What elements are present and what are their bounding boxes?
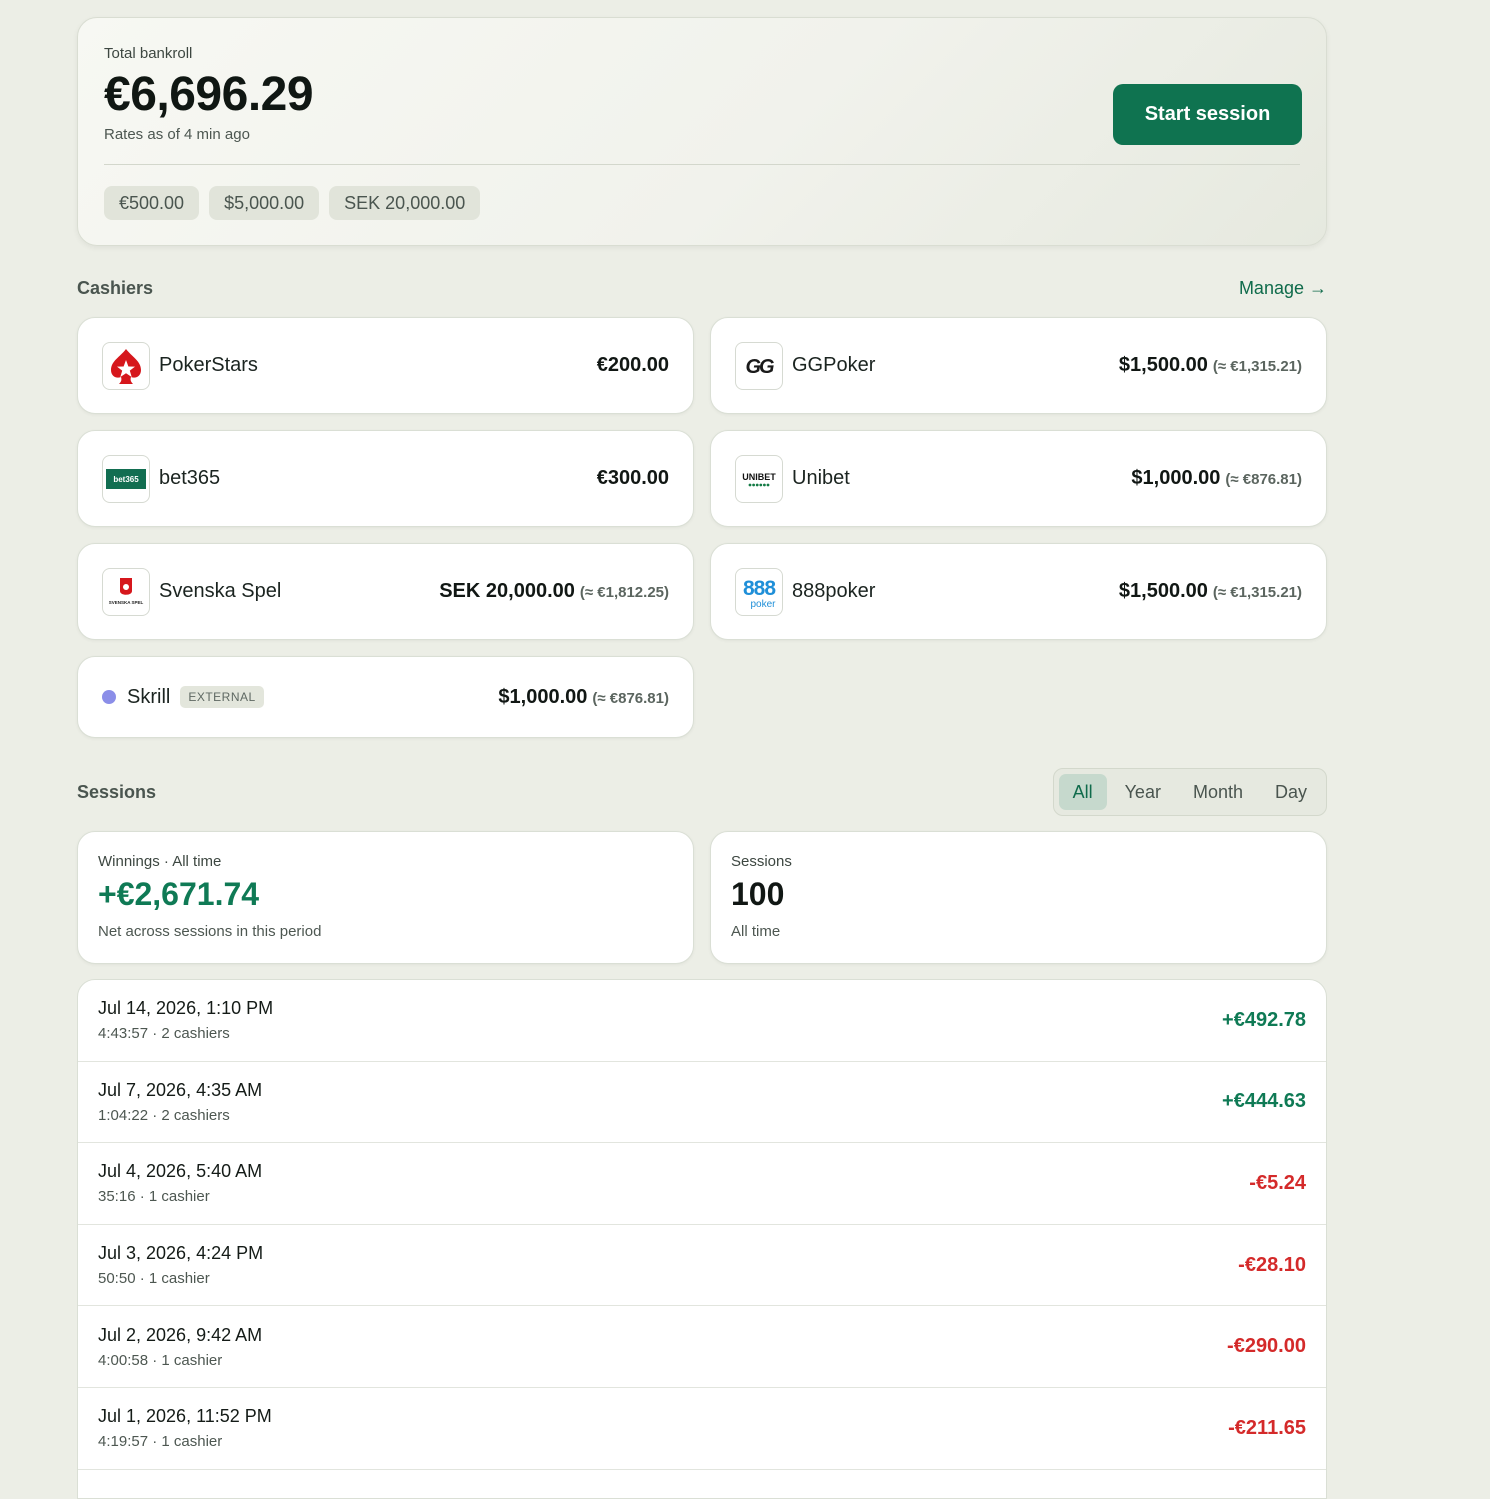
cashier-converted: (≈ €1,812.25) (579, 584, 669, 601)
cashier-card-pokerstars[interactable]: PokerStars €200.00 (77, 317, 694, 414)
session-row[interactable]: Jul 7, 2026, 4:35 AM 1:04:22 · 2 cashiers… (78, 1062, 1326, 1144)
session-meta: 35:16 · 1 cashier (98, 1188, 210, 1206)
cashier-card-bet365[interactable]: bet365 bet365 €300.00 (77, 430, 694, 527)
sessions-count-label: Sessions (731, 853, 792, 870)
cashier-balance: €300.00 (596, 467, 669, 489)
session-meta: 4:19:57 · 1 cashier (98, 1433, 223, 1451)
currency-chip-eur: €500.00 (104, 186, 200, 220)
external-badge: EXTERNAL (180, 686, 264, 708)
cashiers-header: Cashiers Manage → (77, 278, 1327, 299)
cashier-card-skrill[interactable]: Skrill EXTERNAL $1,000.00 (≈ €876.81) (77, 656, 694, 738)
session-row[interactable]: Jul 3, 2026, 4:24 PM 50:50 · 1 cashier -€… (78, 1225, 1326, 1307)
svg-text:SVENSKA SPEL: SVENSKA SPEL (109, 600, 144, 605)
session-amount: -€290.00 (1227, 1335, 1306, 1358)
pokerstars-logo (102, 341, 150, 390)
bankroll-total: €6,696.29 (104, 68, 314, 121)
session-date: Jul 7, 2026, 4:35 AM (98, 1079, 263, 1100)
divider (104, 164, 1300, 165)
cashier-name: 888poker (792, 580, 876, 602)
session-meta: 1:04:22 · 2 cashiers (98, 1106, 230, 1124)
session-date: Jul 1, 2026, 11:52 PM (98, 1406, 272, 1427)
svg-text:888: 888 (743, 577, 776, 600)
cashier-converted: (≈ €876.81) (1225, 471, 1302, 488)
svg-text:UNIBET: UNIBET (742, 472, 776, 482)
cashier-balance: $1,000.00 (1131, 467, 1221, 489)
start-session-button[interactable]: Start session (1113, 84, 1302, 145)
session-list: Jul 14, 2026, 1:10 PM 4:43:57 · 2 cashier… (77, 979, 1327, 1499)
cashier-converted: (≈ €1,315.21) (1212, 584, 1302, 601)
session-row[interactable]: Jul 4, 2026, 5:40 AM 35:16 · 1 cashier -€… (78, 1143, 1326, 1225)
cashier-balance-group: $1,500.00 (≈ €1,315.21) (1119, 354, 1302, 377)
sessions-count-card: Sessions 100 All time (710, 831, 1327, 964)
session-date: Jul 2, 2026, 9:42 AM (98, 1324, 263, 1345)
session-row[interactable]: Jul 1, 2026, 11:52 PM 4:19:57 · 1 cashier… (78, 1388, 1326, 1470)
cashier-card-ggpoker[interactable]: GG GGPoker $1,500.00 (≈ €1,315.21) (710, 317, 1327, 414)
cashier-name: Unibet (792, 467, 850, 489)
ggpoker-logo: GG (735, 341, 783, 390)
session-amount: -€211.65 (1228, 1416, 1306, 1439)
currency-chips: €500.00 $5,000.00 SEK 20,000.00 (104, 186, 481, 220)
sessions-title: Sessions (77, 781, 157, 802)
cashier-balance: €200.00 (596, 354, 669, 376)
cashier-converted: (≈ €876.81) (592, 689, 669, 707)
cashier-name: PokerStars (159, 354, 258, 376)
dot-icon (102, 690, 116, 704)
winnings-label: Winnings · All time (98, 853, 222, 870)
tab-day[interactable]: Day (1261, 774, 1321, 810)
cashier-balance: SEK 20,000.00 (439, 580, 575, 602)
sessions-header: Sessions All Year Month Day (77, 768, 1327, 816)
winnings-value: +€2,671.74 (98, 876, 260, 912)
session-meta: 4:00:58 · 1 cashier (98, 1351, 223, 1369)
sessions-count-sub: All time (731, 923, 781, 940)
manage-link[interactable]: Manage → (1239, 278, 1327, 299)
cashier-name: bet365 (159, 467, 221, 489)
cashier-balance: $1,000.00 (498, 685, 588, 708)
cashier-card-svenska-spel[interactable]: SVENSKA SPEL Svenska Spel SEK 20,000.00(… (77, 543, 694, 640)
session-meta: 50:50 · 1 cashier (98, 1270, 210, 1288)
currency-chip-usd: $5,000.00 (209, 186, 320, 220)
session-date: Jul 4, 2026, 5:40 AM (98, 1161, 263, 1182)
period-tabs: All Year Month Day (1052, 768, 1327, 816)
888poker-logo: 888 poker (735, 567, 783, 616)
cashier-balance-group: $1,500.00 (≈ €1,315.21) (1119, 580, 1302, 603)
cashier-card-unibet[interactable]: UNIBET Unibet $1,000.00 (≈ €876.81) (710, 430, 1327, 527)
tab-all[interactable]: All (1058, 774, 1107, 810)
cashiers-title: Cashiers (77, 278, 154, 298)
cashier-balance-group: $1,000.00 (≈ €876.81) (1131, 467, 1302, 490)
bankroll-label: Total bankroll (104, 45, 193, 62)
session-meta: 4:43:57 · 2 cashiers (98, 1025, 230, 1043)
winnings-card: Winnings · All time +€2,671.74 Net acros… (77, 831, 694, 964)
bankroll-card: Total bankroll €6,696.29 Rates as of 4 m… (77, 17, 1327, 246)
cashier-balance-group: $1,000.00 (≈ €876.81) (498, 686, 669, 709)
svg-text:bet365: bet365 (113, 475, 139, 484)
cashier-balance-group: SEK 20,000.00 (≈ €1,812.25) (439, 580, 669, 603)
cashier-name: Svenska Spel (159, 580, 282, 602)
svg-text:poker: poker (750, 599, 776, 610)
sessions-count-value: 100 (731, 876, 785, 912)
tab-month[interactable]: Month (1179, 774, 1257, 810)
rates-note: Rates as of 4 min ago (104, 126, 250, 143)
session-amount: +€492.78 (1222, 1008, 1306, 1031)
session-date: Jul 3, 2026, 4:24 PM (98, 1243, 264, 1264)
session-amount: -€28.10 (1238, 1253, 1306, 1276)
cashier-name: Skrill (127, 685, 171, 708)
session-amount: -€5.24 (1249, 1171, 1306, 1194)
cashier-balance: $1,500.00 (1118, 354, 1208, 376)
currency-chip-sek: SEK 20,000.00 (329, 186, 481, 220)
cashier-converted: (≈ €1,315.21) (1212, 358, 1302, 375)
svenska-spel-logo: SVENSKA SPEL (102, 567, 150, 616)
session-date: Jul 14, 2026, 1:10 PM (98, 998, 274, 1019)
cashier-balance: $1,500.00 (1118, 580, 1208, 602)
session-amount: +€444.63 (1222, 1090, 1306, 1113)
session-row[interactable]: Jul 2, 2026, 9:42 AM 4:00:58 · 1 cashier … (78, 1306, 1326, 1388)
tab-year[interactable]: Year (1111, 774, 1175, 810)
unibet-logo: UNIBET (735, 454, 783, 503)
winnings-sub: Net across sessions in this period (98, 923, 322, 940)
cashier-card-888poker[interactable]: 888 poker 888poker $1,500.00 (≈ €1,315.21… (710, 543, 1327, 640)
session-row[interactable]: Jul 14, 2026, 1:10 PM 4:43:57 · 2 cashier… (78, 980, 1326, 1062)
cashier-name: GGPoker (792, 354, 876, 376)
bet365-logo: bet365 (102, 454, 150, 503)
svg-text:GG: GG (745, 356, 774, 378)
